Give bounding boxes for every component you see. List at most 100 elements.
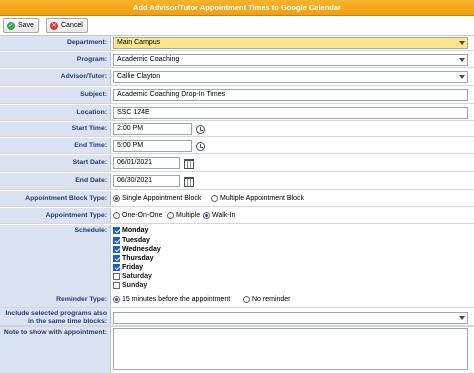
row-include-programs: Include selected programs also in the sa… <box>0 309 474 326</box>
reminder-none-label: No reminder <box>252 296 291 303</box>
appt-type-walk-in-radio[interactable]: Walk-In <box>203 212 235 219</box>
clock-icon[interactable] <box>196 125 205 134</box>
appt-type-multiple-radio[interactable]: Multiple <box>167 212 200 219</box>
end-time-input[interactable]: 5:00 PM <box>113 140 192 152</box>
schedule-sunday[interactable]: Sunday <box>113 282 147 289</box>
row-end-date: End Date: 06/30/2021 <box>0 173 474 190</box>
reminder-15min-radio[interactable]: 15 minutes before the appointment <box>113 296 230 303</box>
department-value: Main Campus <box>117 39 161 46</box>
end-time-label: End Time: <box>0 138 111 153</box>
window-title: Add Advisor/Tutor Appointment Times to G… <box>0 0 474 16</box>
end-date-input[interactable]: 06/30/2021 <box>113 175 180 187</box>
checkbox-unchecked[interactable] <box>113 273 120 280</box>
radio-selected[interactable] <box>203 212 210 219</box>
row-appt-type: Appointment Type: One-On-One Multiple Wa… <box>0 208 474 224</box>
reminder-none-radio[interactable]: No reminder <box>243 296 291 303</box>
radio-unselected[interactable] <box>113 212 120 219</box>
cancel-label: Cancel <box>61 22 83 29</box>
calendar-icon[interactable] <box>184 177 194 187</box>
chevron-down-icon <box>459 41 465 45</box>
appt-type-one-on-one-radio[interactable]: One-On-One <box>113 212 162 219</box>
checkbox-checked[interactable] <box>113 227 120 234</box>
chevron-down-icon[interactable] <box>459 316 465 320</box>
checkbox-checked[interactable] <box>113 237 120 244</box>
appointment-form: Department: Main Campus Program: Academi… <box>0 36 474 373</box>
block-type-label: Appointment Block Type: <box>0 191 111 206</box>
schedule-friday[interactable]: Friday <box>113 264 143 271</box>
note-textarea[interactable] <box>113 328 468 370</box>
row-start-date: Start Date: 06/01/2021 <box>0 155 474 172</box>
schedule-tuesday[interactable]: Tuesday <box>113 237 150 244</box>
radio-selected[interactable] <box>113 195 120 202</box>
block-type-multiple-label: Multiple Appointment Block <box>220 195 305 202</box>
row-location: Location: SSC 124E <box>0 105 474 121</box>
toolbar: ✓ Save ✕ Cancel <box>0 16 474 36</box>
appt-type-walk-in-label: Walk-In <box>212 212 236 219</box>
schedule-thursday[interactable]: Thursday <box>113 255 154 262</box>
advisor-label: Advisor/Tutor: <box>0 69 111 85</box>
row-end-time: End Time: 5:00 PM <box>0 138 474 154</box>
block-type-single-radio[interactable]: Single Appointment Block <box>113 195 201 202</box>
reminder-label: Reminder Type: <box>0 292 111 307</box>
program-label: Program: <box>0 52 111 67</box>
note-label: Note to show with appointment: <box>0 327 111 373</box>
start-time-label: Start Time: <box>0 122 111 136</box>
row-department: Department: Main Campus <box>0 36 474 51</box>
schedule-monday-label: Monday <box>122 227 149 234</box>
reminder-15min-label: 15 minutes before the appointment <box>122 296 231 303</box>
radio-unselected[interactable] <box>211 195 218 202</box>
schedule-wednesday[interactable]: Wednesday <box>113 246 161 253</box>
department-select[interactable]: Main Campus <box>113 37 468 49</box>
start-date-label: Start Date: <box>0 155 111 171</box>
clock-icon[interactable] <box>196 142 205 151</box>
include-programs-select[interactable] <box>113 312 468 324</box>
cancel-icon: ✕ <box>50 21 58 30</box>
location-label: Location: <box>0 105 111 120</box>
checkbox-unchecked[interactable] <box>113 282 120 289</box>
department-label: Department: <box>0 36 111 50</box>
location-input[interactable]: SSC 124E <box>113 107 468 119</box>
program-select[interactable]: Academic Coaching <box>113 54 468 66</box>
end-date-label: End Date: <box>0 173 111 189</box>
program-value: Academic Coaching <box>117 56 180 63</box>
chevron-down-icon <box>459 75 465 79</box>
row-advisor: Advisor/Tutor: Callie Clayton <box>0 69 474 86</box>
schedule-sunday-label: Sunday <box>122 282 148 289</box>
advisor-value: Callie Clayton <box>117 73 161 80</box>
save-label: Save <box>18 22 34 29</box>
advisor-select[interactable]: Callie Clayton <box>113 71 468 83</box>
radio-selected[interactable] <box>113 296 120 303</box>
checkbox-checked[interactable] <box>113 246 120 253</box>
schedule-wednesday-label: Wednesday <box>122 246 161 253</box>
schedule-thursday-label: Thursday <box>122 255 154 262</box>
row-program: Program: Academic Coaching <box>0 52 474 68</box>
schedule-tuesday-label: Tuesday <box>122 237 150 244</box>
schedule-monday[interactable]: Monday <box>113 227 148 234</box>
appt-type-multiple-label: Multiple <box>176 212 201 219</box>
radio-unselected[interactable] <box>167 212 174 219</box>
block-type-multiple-radio[interactable]: Multiple Appointment Block <box>211 195 304 202</box>
chevron-down-icon <box>459 58 465 62</box>
schedule-saturday-label: Saturday <box>122 273 152 280</box>
include-programs-label-line2: in the same time blocks: <box>28 317 107 325</box>
radio-unselected[interactable] <box>243 296 250 303</box>
save-icon: ✓ <box>7 21 15 30</box>
checkbox-checked[interactable] <box>113 255 120 262</box>
schedule-friday-label: Friday <box>122 264 144 271</box>
include-programs-label: Include selected programs also in the sa… <box>0 309 111 325</box>
row-reminder: Reminder Type: 15 minutes before the app… <box>0 292 474 308</box>
cancel-button[interactable]: ✕ Cancel <box>46 18 88 33</box>
save-button[interactable]: ✓ Save <box>3 18 39 33</box>
calendar-icon[interactable] <box>184 159 194 169</box>
block-type-single-label: Single Appointment Block <box>122 195 202 202</box>
row-subject: Subject: Academic Coaching Drop-In Times <box>0 87 474 104</box>
start-time-input[interactable]: 2:00 PM <box>113 123 192 135</box>
subject-input[interactable]: Academic Coaching Drop-In Times <box>113 89 468 101</box>
row-start-time: Start Time: 2:00 PM <box>0 122 474 137</box>
appt-type-one-on-one-label: One-On-One <box>122 212 163 219</box>
row-block-type: Appointment Block Type: Single Appointme… <box>0 191 474 207</box>
start-date-input[interactable]: 06/01/2021 <box>113 157 180 169</box>
schedule-saturday[interactable]: Saturday <box>113 273 152 280</box>
checkbox-checked[interactable] <box>113 264 120 271</box>
subject-label: Subject: <box>0 87 111 103</box>
